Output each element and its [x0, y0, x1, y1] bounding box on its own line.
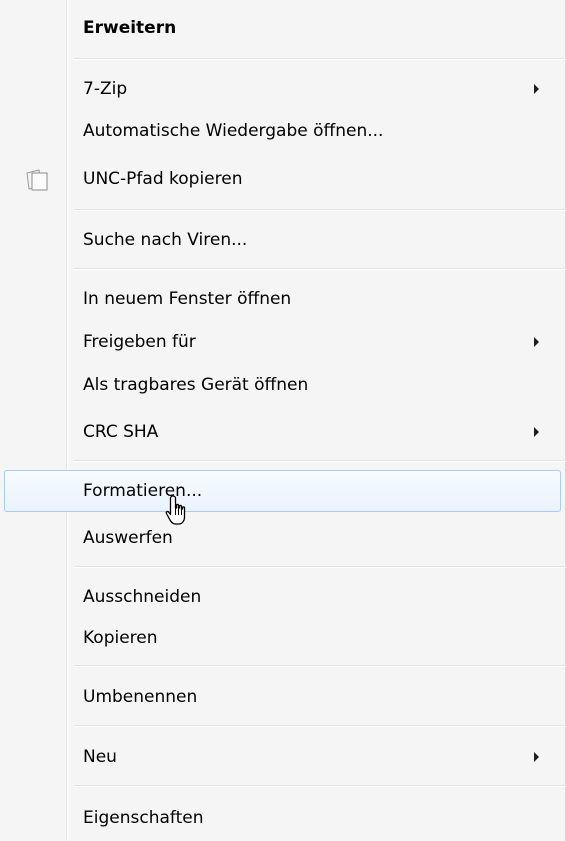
- menu-separator: [74, 725, 566, 727]
- menu-item-share-with[interactable]: Freigeben für: [0, 320, 566, 364]
- menu-separator: [74, 665, 566, 667]
- menu-item-label: Automatische Wiedergabe öffnen...: [83, 121, 384, 141]
- menu-item-7zip[interactable]: 7-Zip: [0, 67, 566, 111]
- menu-separator: [74, 566, 566, 568]
- menu-item-label: Suche nach Viren...: [83, 230, 248, 250]
- menu-item-crc-sha[interactable]: CRC SHA: [0, 410, 566, 454]
- menu-separator: [74, 58, 566, 60]
- menu-item-erweitern[interactable]: Erweitern: [0, 6, 566, 50]
- menu-item-label: Ausschneiden: [83, 587, 202, 607]
- menu-item-properties[interactable]: Eigenschaften: [0, 796, 566, 840]
- submenu-arrow-icon: [534, 427, 539, 437]
- copy-pages-icon: [24, 169, 50, 191]
- menu-separator: [74, 209, 566, 211]
- menu-item-rename[interactable]: Umbenennen: [0, 675, 566, 719]
- menu-item-format[interactable]: Formatieren...: [4, 470, 561, 512]
- menu-item-copy[interactable]: Kopieren: [0, 616, 566, 660]
- menu-separator: [74, 460, 566, 462]
- submenu-arrow-icon: [534, 84, 539, 94]
- submenu-arrow-icon: [534, 337, 539, 347]
- menu-separator: [74, 785, 566, 787]
- menu-separator: [74, 268, 566, 270]
- menu-item-cut[interactable]: Ausschneiden: [0, 575, 566, 619]
- context-menu: Erweitern 7-Zip Automatische Wiedergabe …: [0, 0, 566, 841]
- hand-pointer-icon: [164, 494, 194, 530]
- menu-item-label: Freigeben für: [83, 332, 196, 352]
- menu-item-label: Als tragbares Gerät öffnen: [83, 375, 309, 395]
- menu-item-label: Kopieren: [83, 628, 158, 648]
- menu-item-label: CRC SHA: [83, 422, 159, 442]
- menu-item-open-new-window[interactable]: In neuem Fenster öffnen: [0, 277, 566, 321]
- menu-item-virus-scan[interactable]: Suche nach Viren...: [0, 218, 566, 262]
- menu-item-new[interactable]: Neu: [0, 735, 566, 779]
- menu-item-label: In neuem Fenster öffnen: [83, 289, 292, 309]
- menu-item-open-portable-device[interactable]: Als tragbares Gerät öffnen: [0, 363, 566, 407]
- menu-item-unc-path-copy[interactable]: UNC-Pfad kopieren: [0, 157, 566, 201]
- submenu-arrow-icon: [534, 752, 539, 762]
- menu-item-label: Eigenschaften: [83, 808, 204, 828]
- menu-item-label: 7-Zip: [83, 79, 128, 99]
- menu-item-autoplay[interactable]: Automatische Wiedergabe öffnen...: [0, 109, 566, 153]
- menu-item-label: Erweitern: [83, 18, 177, 38]
- menu-item-eject[interactable]: Auswerfen: [0, 516, 566, 560]
- menu-item-label: Umbenennen: [83, 687, 198, 707]
- menu-item-label: UNC-Pfad kopieren: [83, 169, 243, 189]
- menu-item-label: Auswerfen: [83, 528, 173, 548]
- menu-item-label: Neu: [83, 747, 117, 767]
